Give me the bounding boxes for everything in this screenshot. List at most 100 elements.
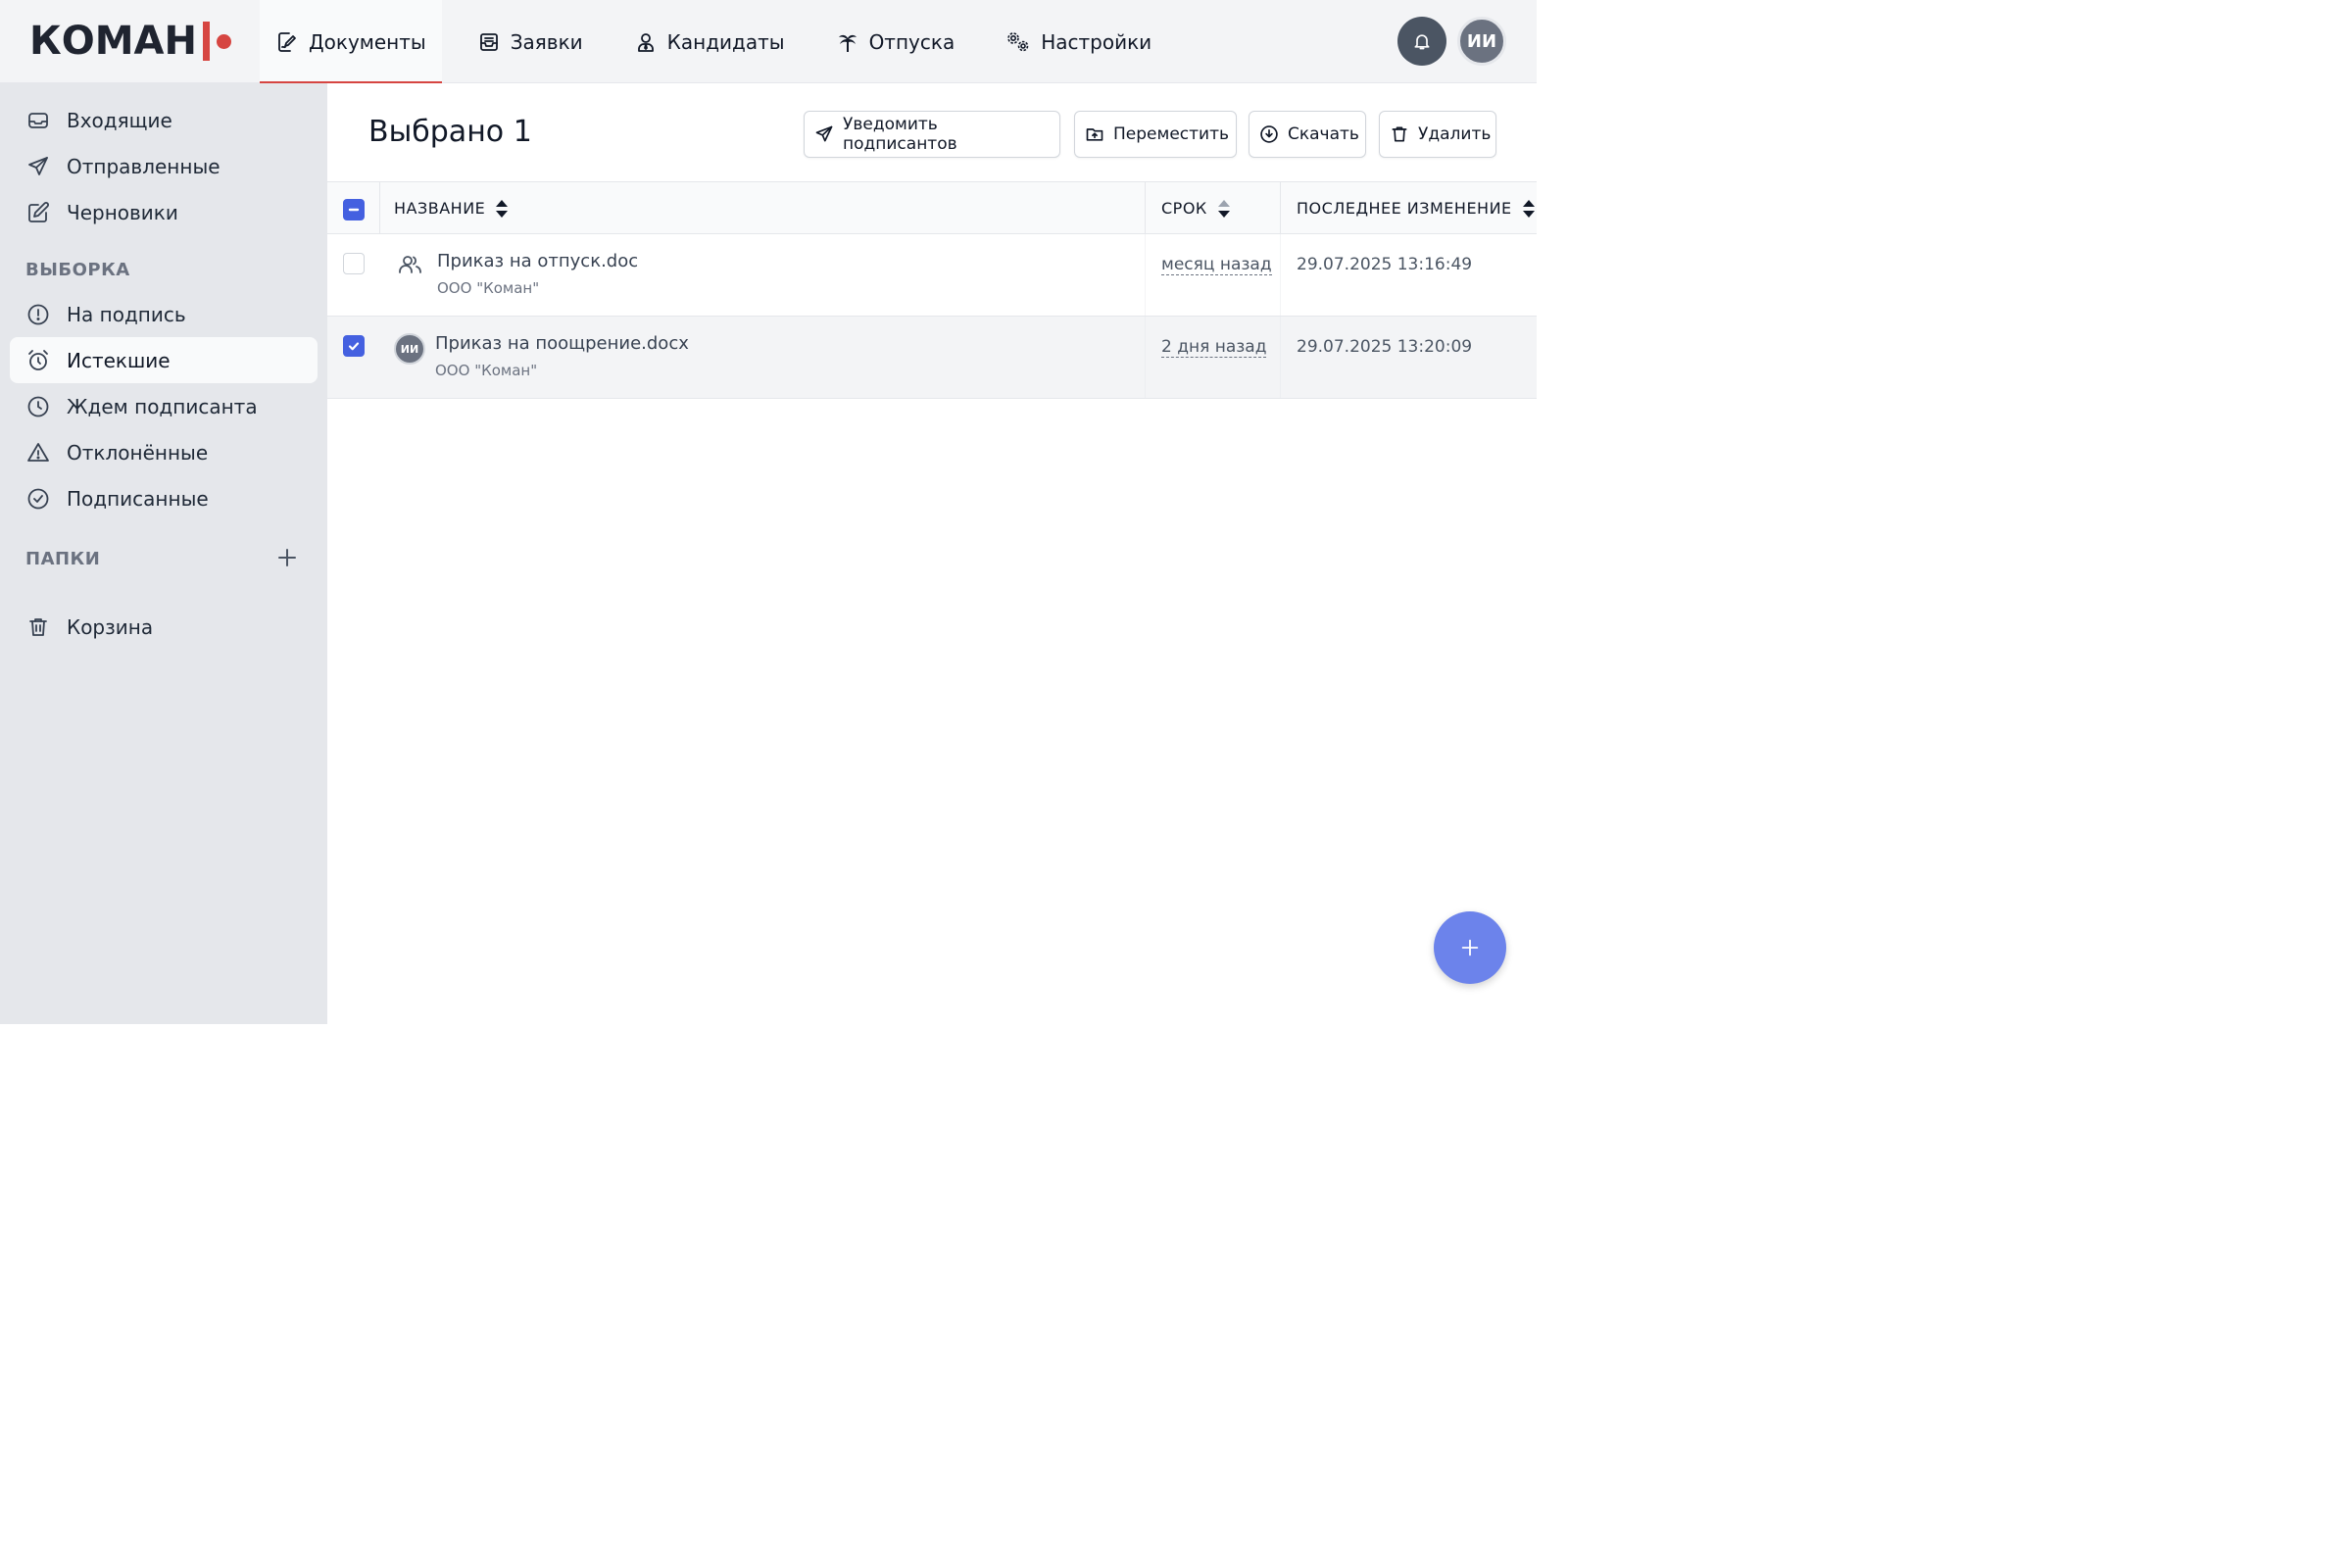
company-logo[interactable]: КОМАН — [29, 20, 231, 63]
column-divider — [1280, 317, 1281, 398]
logo-dot-mark — [216, 33, 231, 49]
sidebar-item-label: На подпись — [67, 302, 186, 326]
column-header-modified[interactable]: ПОСЛЕДНЕЕ ИЗМЕНЕНИЕ — [1297, 182, 1536, 234]
column-divider — [1145, 234, 1146, 316]
nav-item-candidates[interactable]: Кандидаты — [618, 0, 801, 83]
add-folder-button[interactable] — [275, 546, 299, 569]
column-divider — [1280, 234, 1281, 316]
column-divider — [1145, 317, 1146, 398]
sort-both-icon — [1522, 199, 1536, 219]
column-header-label: НАЗВАНИЕ — [394, 199, 486, 218]
button-label: Скачать — [1288, 124, 1359, 144]
owner-avatar: ИИ — [394, 333, 425, 365]
send-icon — [814, 124, 834, 144]
sort-both-icon — [495, 199, 509, 219]
document-sign-icon — [275, 30, 299, 54]
button-label: Уведомить подписантов — [843, 115, 957, 154]
notifications-button[interactable] — [1397, 17, 1446, 66]
column-divider — [1280, 182, 1281, 234]
user-avatar[interactable]: ИИ — [1457, 17, 1506, 66]
sidebar-item-label: Входящие — [67, 108, 172, 132]
sidebar-item-label: Истекшие — [67, 348, 171, 372]
clock-icon — [26, 395, 50, 418]
section-title-folders: ПАПКИ — [25, 549, 101, 569]
bell-icon — [1412, 31, 1432, 51]
column-header-label: СРОК — [1161, 199, 1207, 218]
edit-icon — [26, 201, 50, 224]
nav-item-documents[interactable]: Документы — [260, 0, 442, 84]
row-checkbox[interactable] — [343, 253, 365, 274]
sidebar-item-rejected[interactable]: Отклонённые — [10, 429, 318, 475]
inbox-tray-icon — [477, 30, 501, 54]
sidebar-item-inbox[interactable]: Входящие — [10, 97, 318, 143]
button-label: Удалить — [1418, 124, 1492, 144]
document-deadline[interactable]: 2 дня назад — [1161, 337, 1267, 358]
document-deadline[interactable]: месяц назад — [1161, 255, 1272, 275]
notify-signers-button[interactable]: Уведомить подписантов — [804, 111, 1060, 158]
sidebar-item-sent[interactable]: Отправленные — [10, 143, 318, 189]
select-all-checkbox[interactable] — [343, 199, 365, 220]
inbox-icon — [26, 109, 50, 132]
row-checkbox[interactable] — [343, 335, 365, 357]
column-divider — [379, 182, 380, 234]
section-title-selection: ВЫБОРКА — [25, 260, 130, 280]
sidebar-item-label: Корзина — [67, 614, 154, 639]
sidebar-item-drafts[interactable]: Черновики — [10, 189, 318, 235]
nav-item-settings[interactable]: Настройки — [990, 0, 1167, 83]
delete-button[interactable]: Удалить — [1379, 111, 1496, 158]
document-modified-date: 29.07.2025 13:16:49 — [1297, 255, 1473, 274]
document-name[interactable]: Приказ на поощрение.docx — [435, 333, 689, 354]
document-name[interactable]: Приказ на отпуск.doc — [437, 251, 638, 271]
table-header: НАЗВАНИЕ СРОК ПОСЛЕДНЕЕ ИЗМЕНЕНИЕ — [327, 181, 1537, 234]
users-icon — [398, 253, 423, 276]
gears-icon — [1005, 30, 1031, 54]
table-row[interactable]: Приказ на отпуск.doc ООО "Коман" месяц н… — [327, 234, 1537, 317]
folder-upload-icon — [1085, 124, 1104, 144]
person-icon — [634, 30, 658, 54]
send-icon — [26, 155, 50, 178]
column-divider — [1145, 182, 1146, 234]
document-modified-date: 29.07.2025 13:20:09 — [1297, 337, 1473, 357]
plus-icon — [1459, 937, 1481, 958]
sidebar-item-waiting[interactable]: Ждем подписанта — [10, 383, 318, 429]
page-title: Выбрано 1 — [368, 115, 532, 149]
checkmark-icon — [347, 339, 361, 353]
create-document-button[interactable] — [1434, 911, 1506, 984]
sidebar-item-trash[interactable]: Корзина — [10, 604, 318, 650]
download-button[interactable]: Скачать — [1249, 111, 1366, 158]
document-organization: ООО "Коман" — [435, 362, 538, 379]
main-nav: Документы Заявки Кандидаты Отпуска Настр… — [260, 0, 1167, 84]
nav-item-vacations[interactable]: Отпуска — [820, 0, 971, 83]
alarm-clock-icon — [26, 349, 50, 372]
sidebar-item-label: Черновики — [67, 200, 178, 224]
sidebar-item-label: Подписанные — [67, 486, 209, 511]
nav-label: Кандидаты — [666, 29, 785, 54]
nav-item-requests[interactable]: Заявки — [462, 0, 599, 83]
minus-icon — [347, 203, 361, 217]
sort-descending-icon — [1217, 199, 1231, 219]
nav-label: Документы — [309, 29, 426, 54]
column-header-name[interactable]: НАЗВАНИЕ — [394, 182, 509, 234]
sidebar-item-signed[interactable]: Подписанные — [10, 475, 318, 521]
sidebar-item-label: Отправленные — [67, 154, 220, 178]
nav-label: Настройки — [1041, 29, 1152, 54]
nav-label: Заявки — [510, 29, 583, 54]
sidebar-item-label: Отклонённые — [67, 440, 209, 465]
table-row[interactable]: ИИ Приказ на поощрение.docx ООО "Коман" … — [327, 317, 1537, 399]
top-bar: КОМАН Документы Заявки Кандидаты Отпуска… — [0, 0, 1537, 84]
logo-text: КОМАН — [29, 19, 197, 64]
sidebar: Входящие Отправленные Черновики ВЫБОРКА … — [0, 83, 327, 1024]
trash-icon — [26, 615, 50, 639]
column-header-label: ПОСЛЕДНЕЕ ИЗМЕНЕНИЕ — [1297, 199, 1512, 218]
palm-tree-icon — [836, 30, 859, 54]
sidebar-item-to-sign[interactable]: На подпись — [10, 291, 318, 337]
column-header-deadline[interactable]: СРОК — [1161, 182, 1231, 234]
main-content: Выбрано 1 Уведомить подписантов Перемест… — [327, 83, 1537, 1024]
sidebar-item-expired[interactable]: Истекшие — [10, 337, 318, 383]
check-circle-icon — [26, 487, 50, 511]
button-label: Переместить — [1113, 124, 1229, 144]
logo-bar-mark — [202, 22, 210, 61]
exclamation-circle-icon — [26, 303, 50, 326]
sidebar-item-label: Ждем подписанта — [67, 394, 258, 418]
move-button[interactable]: Переместить — [1074, 111, 1237, 158]
